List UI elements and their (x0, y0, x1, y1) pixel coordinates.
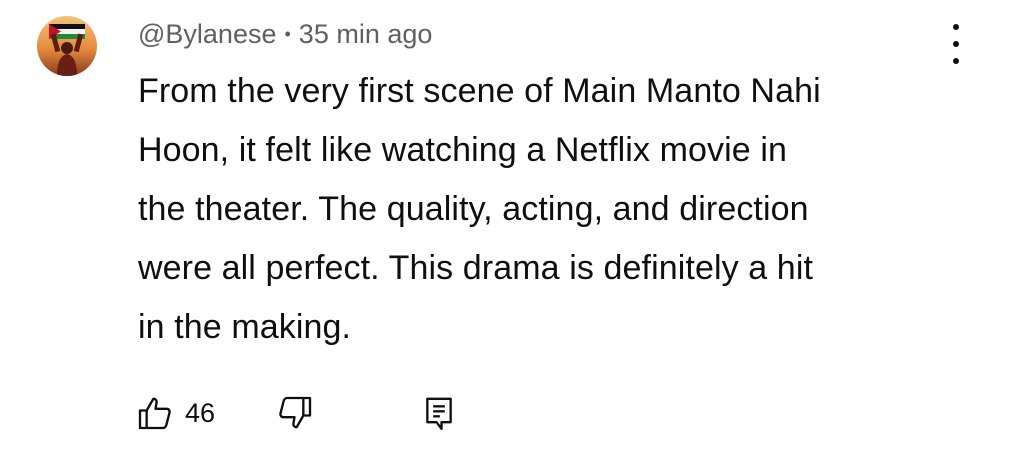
avatar[interactable] (37, 16, 97, 76)
reply-button[interactable] (419, 393, 459, 433)
menu-dot (953, 41, 959, 47)
comment-text-line: From the very first scene of Main Manto … (138, 72, 821, 110)
more-vertical-icon[interactable] (946, 24, 966, 64)
comment-text-line: in the making. (138, 308, 352, 346)
menu-dot (953, 24, 959, 30)
thumb-down-icon (279, 396, 312, 429)
like-count: 46 (185, 397, 216, 428)
comment-meta: @Bylanese • 35 min ago (138, 15, 432, 53)
comment-timestamp: 35 min ago (298, 19, 433, 49)
reply-comment-icon (426, 397, 452, 430)
menu-dot (953, 58, 959, 64)
thumb-up-icon (138, 397, 171, 430)
dislike-button[interactable] (275, 393, 315, 433)
comment-text-line: Hoon, it felt like watching a Netflix mo… (138, 131, 787, 169)
comment-text-line: were all perfect. This drama is definite… (138, 249, 814, 287)
like-button[interactable]: 46 (135, 393, 215, 433)
comment-actions: 46 (135, 392, 459, 434)
comment-author[interactable]: @Bylanese (138, 19, 276, 49)
comment-text-line: the theater. The quality, acting, and di… (138, 190, 809, 228)
comment-card: @Bylanese • 35 min ago From the very first… (0, 0, 1024, 451)
avatar-image (37, 16, 97, 76)
meta-separator: • (284, 24, 291, 44)
comment-text: From the very first scene of Main Manto … (138, 62, 938, 357)
